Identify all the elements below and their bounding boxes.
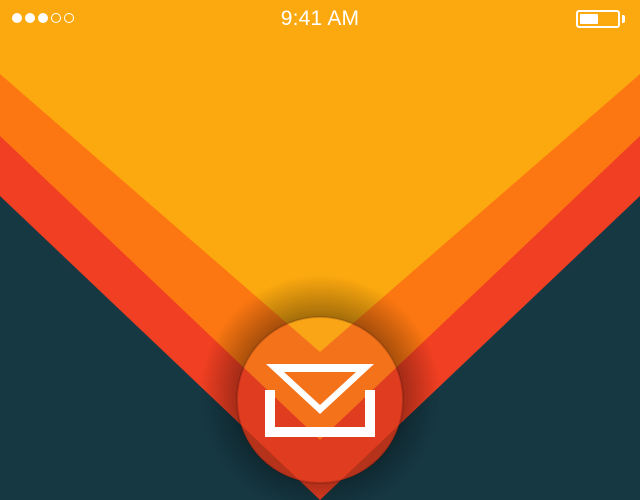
battery-level-fill: [580, 14, 598, 24]
battery-terminal: [622, 15, 625, 23]
status-time: 9:41 AM: [280, 7, 360, 30]
status-bar: 9:41 AM: [0, 0, 640, 40]
battery-icon: [576, 10, 628, 30]
splash-screen: 9:41 AM: [0, 0, 640, 500]
app-logo[interactable]: [234, 314, 406, 486]
